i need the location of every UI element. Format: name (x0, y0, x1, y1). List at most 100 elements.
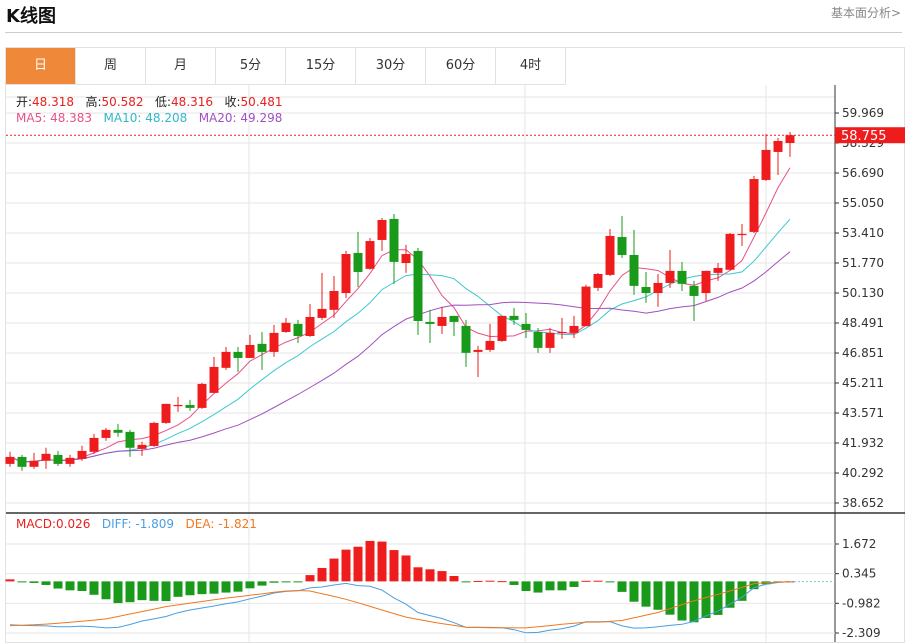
price-tick-label: 43.571 (842, 406, 884, 420)
candle (29, 452, 39, 469)
candle-body (533, 331, 543, 348)
candle (113, 423, 123, 437)
candle (521, 312, 531, 339)
dea-value: -1.821 (218, 517, 257, 531)
candle (197, 382, 207, 409)
macd-bar (701, 581, 711, 619)
price-tick-label: 48.491 (842, 316, 884, 330)
candle (17, 454, 27, 471)
macd-bar (41, 581, 51, 585)
candle-body (221, 351, 231, 368)
macd-bar (305, 575, 315, 582)
candle (389, 213, 399, 284)
macd-bar (713, 581, 723, 615)
ma5-value: 48.383 (50, 111, 93, 125)
price-tick-label: 56.690 (842, 166, 884, 180)
candle-body (653, 282, 663, 294)
candle (617, 215, 627, 258)
candle-body (53, 454, 63, 464)
candle-body (137, 444, 147, 449)
candle (209, 356, 219, 393)
price-tick-label: 41.932 (842, 436, 884, 450)
candle (281, 317, 291, 333)
candle (161, 403, 171, 424)
macd-bar (545, 581, 555, 591)
candle-body (509, 315, 519, 320)
candle (473, 345, 483, 377)
macd-bar (161, 581, 171, 602)
candle (545, 327, 555, 353)
candle (785, 132, 795, 157)
macd-bar (437, 571, 447, 582)
macd-bar (677, 581, 687, 621)
candle-body (41, 453, 51, 461)
ma10-line (9, 218, 791, 463)
candle (269, 324, 279, 357)
candle-body (773, 140, 783, 152)
candle-body (317, 308, 327, 318)
candle (41, 447, 51, 469)
macd-bar (593, 580, 603, 582)
macd-bar (329, 558, 339, 582)
candle (593, 272, 603, 291)
ma10-value: 48.208 (145, 111, 188, 125)
candle-body (293, 323, 303, 337)
macd-bar (377, 541, 387, 582)
macd-bar (605, 581, 615, 583)
candle-body (353, 252, 363, 272)
candle-body (461, 325, 471, 353)
candle-body (245, 344, 255, 358)
macd-bar (209, 581, 219, 594)
macd-bar (425, 569, 435, 582)
candle-body (377, 220, 387, 240)
candle-body (677, 270, 687, 284)
candle-body (737, 233, 747, 236)
macd-bar (737, 581, 747, 601)
candle-body (209, 366, 219, 393)
candle (317, 272, 327, 320)
candle-body (785, 135, 795, 143)
close-label: 收: (224, 95, 241, 109)
candle-body (329, 290, 339, 310)
macd-bar (257, 581, 267, 586)
ma-readout: MA5: 48.383 MA10: 48.208 MA20: 49.298 (16, 111, 282, 125)
candle (53, 450, 63, 466)
macd-bar (221, 581, 231, 593)
candle (89, 433, 99, 454)
macd-bar (293, 581, 303, 583)
price-tick-label: 53.410 (842, 226, 884, 240)
candle-body (425, 321, 435, 324)
candle (653, 273, 663, 307)
candle-body (761, 149, 771, 180)
candle-body (725, 233, 735, 270)
candle-body (665, 270, 675, 283)
ma10-label: MA10: (103, 111, 142, 125)
low-value: 48.316 (171, 95, 214, 109)
macd-bar (557, 581, 567, 591)
candle-body (413, 250, 423, 321)
diff-label: DIFF: (101, 517, 132, 531)
high-label: 高: (85, 95, 102, 109)
macd-bar (353, 546, 363, 582)
macd-bar (269, 581, 279, 583)
last-price-label: 58.755 (841, 129, 887, 144)
candle-body (545, 332, 555, 348)
candle-body (569, 325, 579, 333)
candle-body (269, 332, 279, 352)
candle (605, 228, 615, 276)
candle-body (257, 343, 267, 352)
candle-body (197, 383, 207, 408)
candle-body (149, 422, 159, 446)
candle-body (173, 404, 183, 407)
candle (401, 244, 411, 273)
price-tick-label: 38.652 (842, 496, 884, 510)
open-value: 48.318 (32, 95, 75, 109)
candle (485, 323, 495, 352)
macd-bar (173, 581, 183, 597)
macd-bar (581, 580, 591, 582)
candle-body (497, 315, 507, 341)
candle (77, 445, 87, 461)
candle (245, 334, 255, 358)
macd-tick-label: 1.672 (842, 537, 876, 551)
macd-tick-label: -2.309 (842, 626, 881, 640)
